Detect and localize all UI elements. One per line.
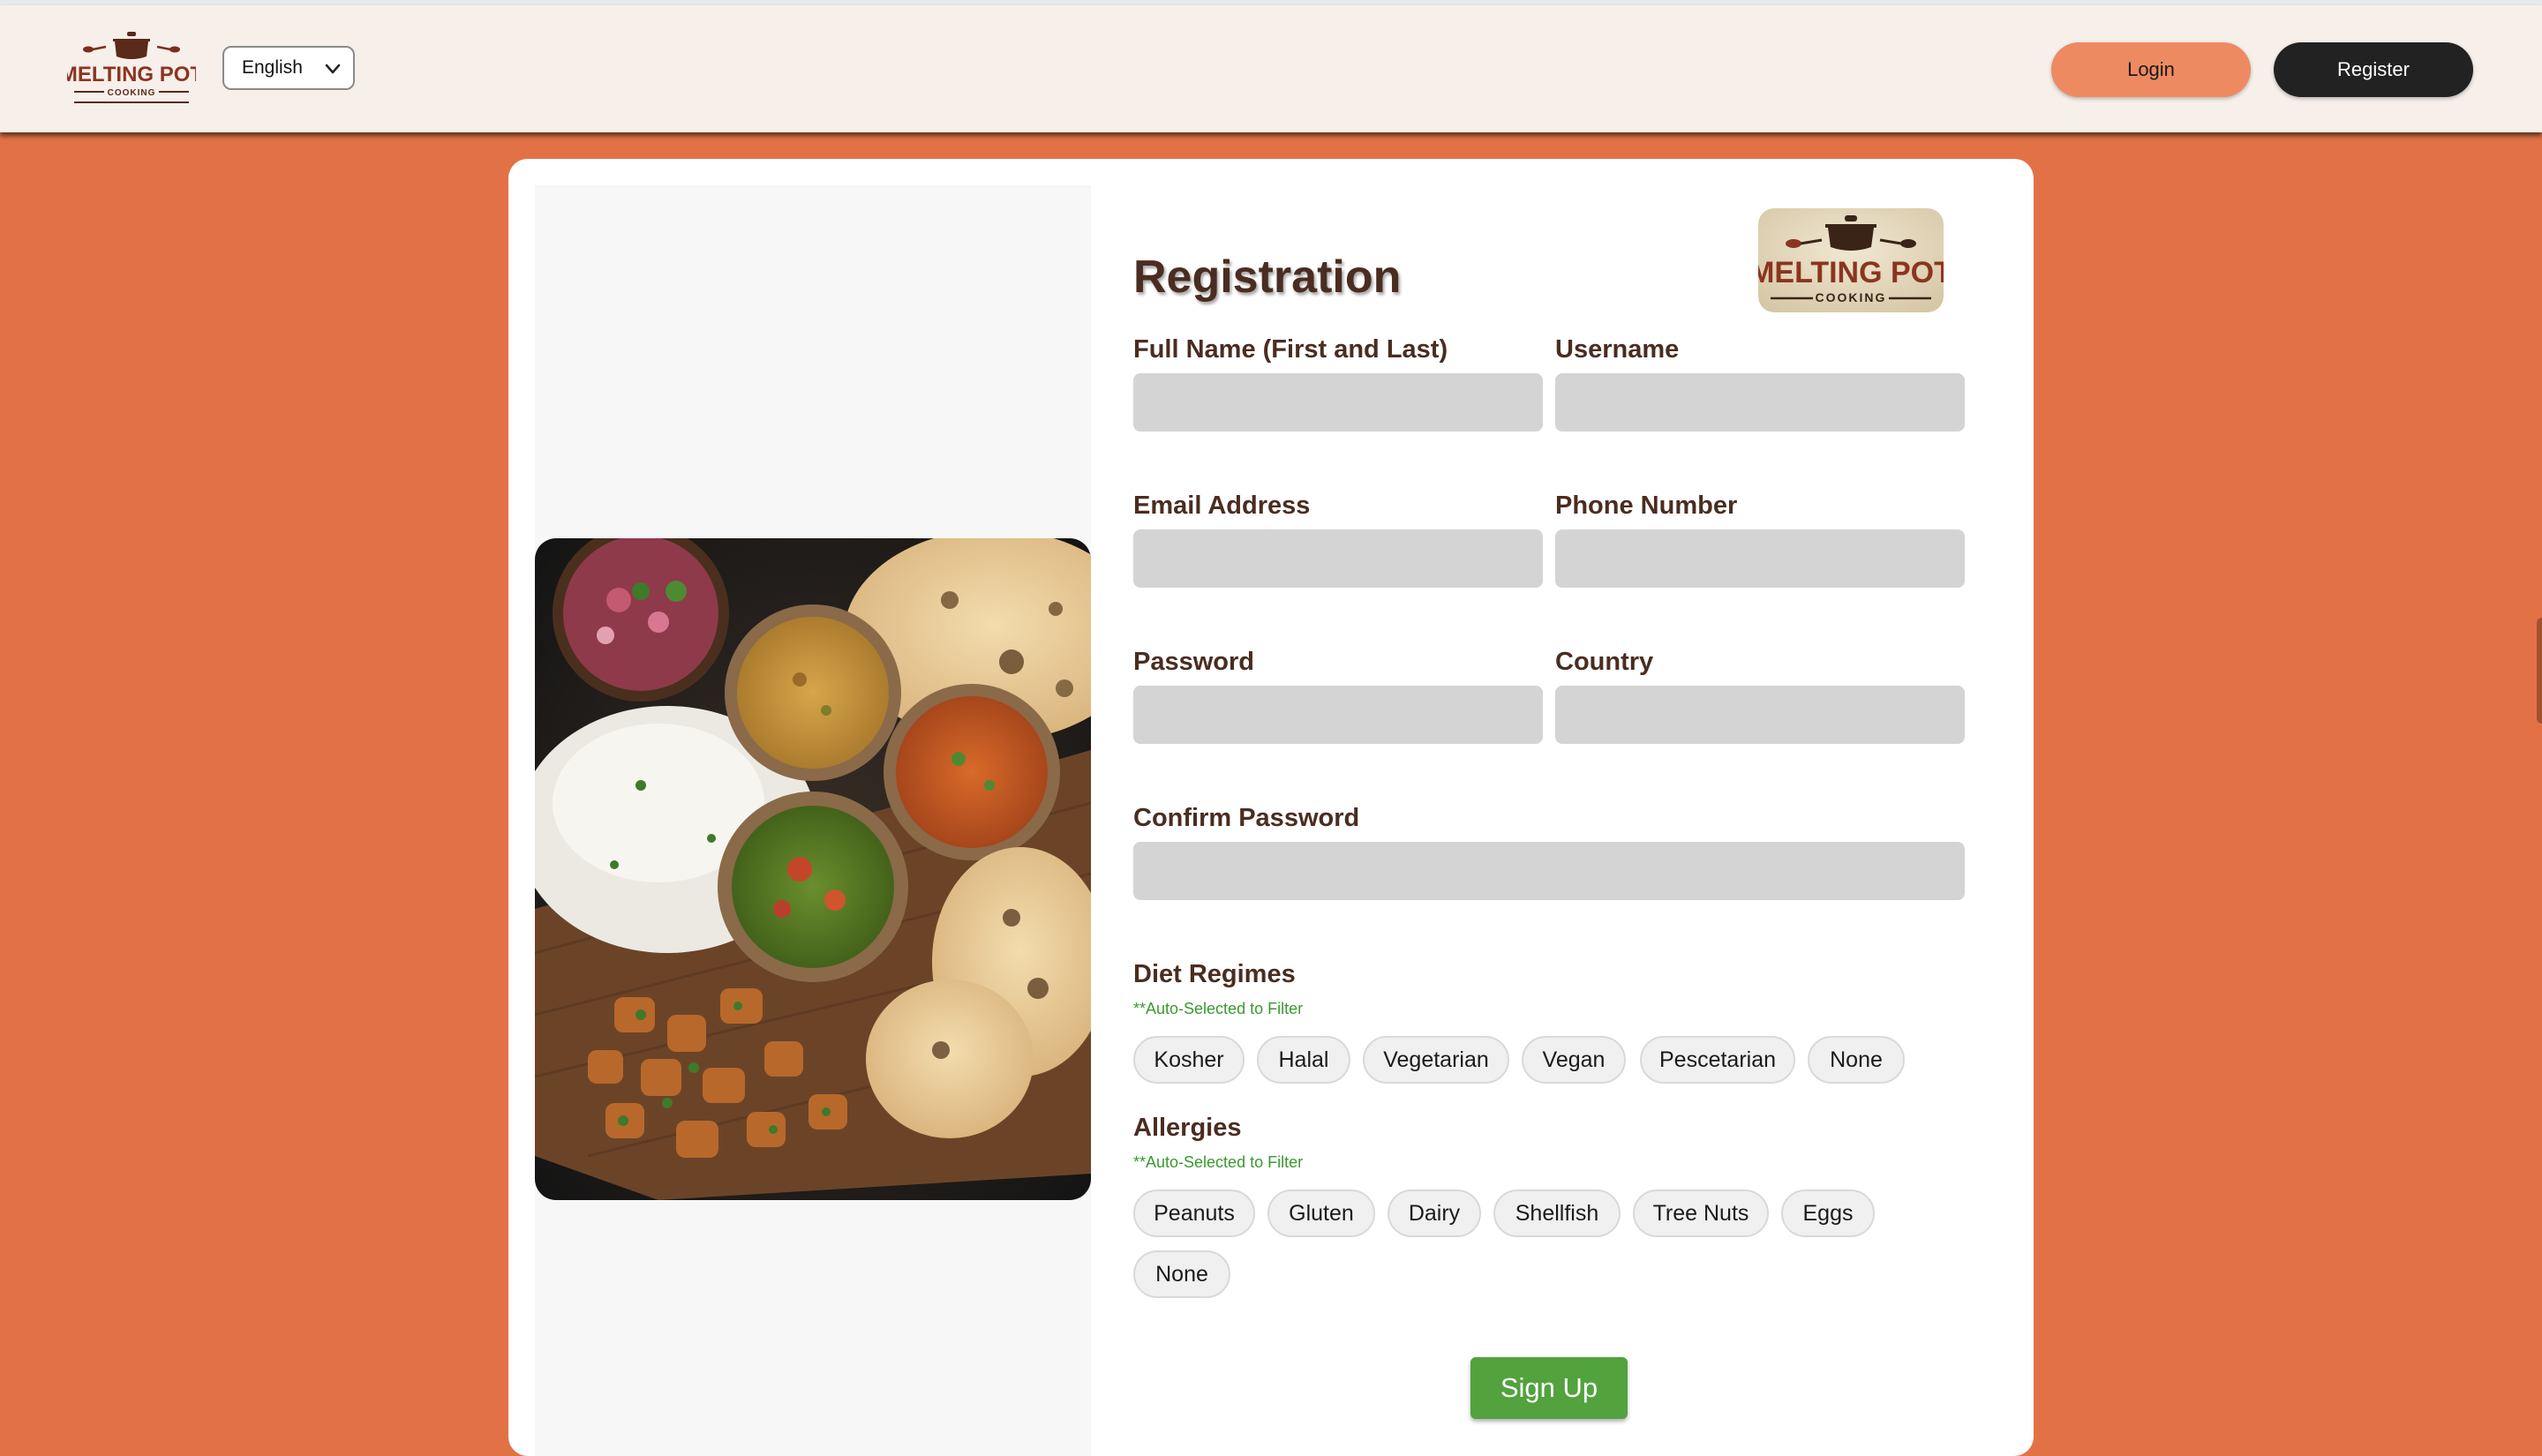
chevron-down-icon (325, 64, 341, 74)
password-label: Password (1133, 648, 1254, 676)
diet-chip-pescetarian[interactable]: Pescetarian (1640, 1036, 1795, 1084)
svg-text:MELTING POT: MELTING POT (67, 63, 196, 86)
diet-chip-vegetarian[interactable]: Vegetarian (1363, 1036, 1509, 1084)
email-input[interactable] (1133, 529, 1543, 588)
full-name-input[interactable] (1133, 373, 1543, 432)
allergy-chip-peanuts[interactable]: Peanuts (1133, 1190, 1255, 1237)
allergy-chip-shellfish[interactable]: Shellfish (1493, 1190, 1621, 1237)
full-name-label: Full Name (First and Last) (1133, 335, 1448, 364)
registration-card: MELTING POT COOKING Registration Full Na… (508, 159, 2034, 1456)
allergy-chip-gluten[interactable]: Gluten (1267, 1190, 1375, 1237)
spoon-left-icon (83, 46, 94, 53)
diet-chip-none[interactable]: None (1808, 1036, 1905, 1084)
side-scroll-handle[interactable] (2537, 618, 2542, 724)
username-input[interactable] (1555, 373, 1965, 432)
spoon-right-icon (1900, 239, 1916, 248)
sign-up-button[interactable]: Sign Up (1470, 1357, 1628, 1419)
allergy-chip-tree-nuts[interactable]: Tree Nuts (1633, 1190, 1769, 1237)
register-button[interactable]: Register (2274, 42, 2473, 97)
password-input[interactable] (1133, 686, 1543, 744)
allergy-chip-eggs[interactable]: Eggs (1781, 1190, 1875, 1237)
login-button[interactable]: Login (2051, 42, 2251, 97)
diet-chip-kosher[interactable]: Kosher (1133, 1036, 1245, 1084)
language-selected-value: English (242, 57, 303, 78)
email-label: Email Address (1133, 492, 1311, 520)
page-title: Registration (1133, 251, 1402, 303)
diet-regimes-title: Diet Regimes (1133, 960, 1296, 988)
confirm-password-input[interactable] (1133, 842, 1965, 900)
allergy-chip-dairy[interactable]: Dairy (1388, 1190, 1481, 1237)
diet-chip-halal[interactable]: Halal (1257, 1036, 1350, 1084)
svg-text:COOKING: COOKING (1816, 290, 1887, 304)
pot-icon (1828, 228, 1874, 251)
svg-text:MELTING POT: MELTING POT (1758, 256, 1944, 289)
spoon-left-icon (1786, 239, 1801, 248)
melting-pot-logo-badge: MELTING POT COOKING (1758, 208, 1944, 312)
indian-food-platter-image (535, 538, 1091, 1200)
username-label: Username (1555, 335, 1680, 364)
diet-regimes-note: **Auto-Selected to Filter (1133, 1000, 1304, 1017)
melting-pot-logo[interactable]: MELTING POT COOKING (67, 30, 196, 108)
phone-label: Phone Number (1555, 492, 1738, 520)
diet-chip-vegan[interactable]: Vegan (1522, 1036, 1626, 1084)
phone-input[interactable] (1555, 529, 1965, 588)
confirm-password-label: Confirm Password (1133, 804, 1360, 832)
allergies-title: Allergies (1133, 1114, 1242, 1142)
country-input[interactable] (1555, 686, 1965, 744)
language-select[interactable]: English (222, 46, 355, 90)
spoon-right-icon (169, 46, 180, 53)
country-label: Country (1555, 648, 1654, 676)
allergy-chip-none[interactable]: None (1133, 1250, 1230, 1298)
pot-icon (115, 41, 148, 59)
image-panel (535, 185, 1091, 1456)
allergies-note: **Auto-Selected to Filter (1133, 1153, 1304, 1171)
site-header: MELTING POT COOKING English Login Regist… (0, 5, 2542, 132)
svg-text:COOKING: COOKING (108, 88, 156, 98)
